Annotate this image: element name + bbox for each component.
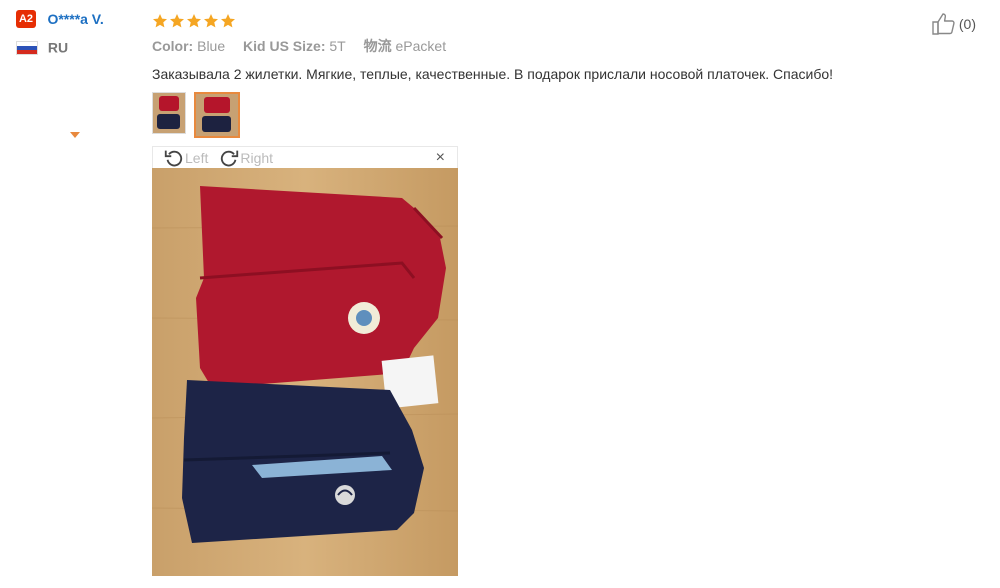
- photo-thumbnails: [152, 92, 942, 138]
- reviewer-name[interactable]: O****a V.: [47, 11, 103, 27]
- close-icon[interactable]: ×: [436, 149, 445, 167]
- photo-thumbnail-selected[interactable]: [194, 92, 240, 138]
- review-text: Заказывала 2 жилетки. Мягкие, теплые, ка…: [152, 66, 834, 82]
- helpful-count: (0): [958, 16, 976, 32]
- size-label: Kid US Size:: [243, 38, 326, 54]
- size-value: 5T: [329, 38, 346, 54]
- reviewer-country: RU: [16, 38, 136, 56]
- rotate-right-label: Right: [240, 149, 274, 166]
- reviewer-level-badge: A2: [16, 10, 36, 28]
- viewer-toolbar: Left Right ×: [152, 146, 458, 168]
- rotate-left-icon: [164, 150, 183, 166]
- photo-thumbnail[interactable]: [152, 92, 186, 134]
- color-label: Color:: [152, 38, 194, 54]
- thumbnail-pointer: [70, 132, 80, 138]
- color-value: Blue: [197, 38, 226, 54]
- flag-ru-icon: [16, 40, 38, 55]
- star-icon: [221, 14, 235, 28]
- star-icon: [153, 14, 167, 28]
- country-code: RU: [47, 39, 69, 56]
- rotate-left-button[interactable]: Left: [163, 147, 208, 169]
- reviewer-info: A2 O****a V. RU: [16, 10, 136, 56]
- star-icon: [170, 14, 184, 28]
- helpful-button[interactable]: (0): [931, 12, 976, 36]
- review-content: Color: Blue Kid US Size: 5T 物流 ePacket З…: [152, 10, 942, 138]
- reviewer-header: A2 O****a V.: [16, 10, 136, 28]
- review-photo: [152, 168, 458, 576]
- rotate-right-button[interactable]: Right: [218, 147, 273, 169]
- star-rating: [152, 10, 942, 32]
- rotate-right-icon: [221, 150, 239, 166]
- shipping-value: ePacket: [395, 38, 447, 54]
- shipping-label: 物流: [363, 38, 392, 54]
- star-icon: [187, 14, 201, 28]
- image-viewer: Left Right ×: [152, 146, 458, 576]
- thumbs-up-icon: [932, 13, 955, 35]
- order-attributes: Color: Blue Kid US Size: 5T 物流 ePacket: [152, 36, 942, 56]
- star-icon: [204, 14, 218, 28]
- rotate-left-label: Left: [185, 149, 209, 166]
